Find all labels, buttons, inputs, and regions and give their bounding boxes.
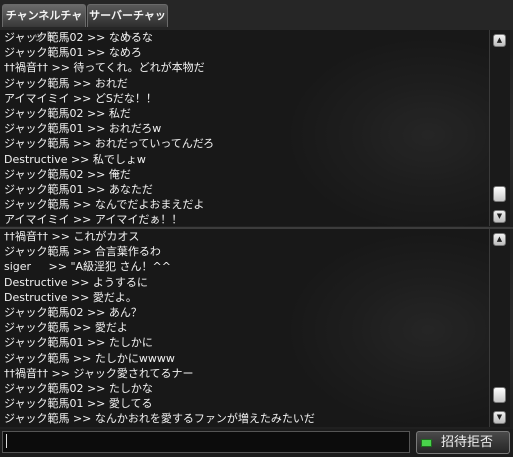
- chat-message: ジャック範馬 >> おれだっていってんだろ: [4, 137, 215, 151]
- chat-message: ジャック範馬 >> たしかにwwww: [4, 351, 175, 365]
- chat-message: Destructive >> 愛だよ。: [4, 290, 137, 304]
- chat-message: Destructive >> ようするに: [4, 275, 148, 289]
- chat-message: ジャック範馬01 >> たしかに: [4, 336, 153, 350]
- chat-message: ジャック範馬 >> 愛だよ: [4, 321, 128, 335]
- tab-server-chat[interactable]: サーバーチャット: [87, 4, 168, 43]
- chat-message: アイマイミイ >> アイマイだぁ！！: [4, 213, 183, 226]
- down-arrow-icon[interactable]: ▼: [493, 210, 506, 223]
- chat-input[interactable]: [2, 431, 410, 453]
- chat-message: ジャック範馬02 >> 俺だ: [4, 167, 131, 181]
- chat-message: siger >> "A級淫犯 さん！^^: [4, 260, 171, 274]
- chat-message: ジャック範馬01 >> 愛してる: [4, 397, 153, 411]
- upper-chat-log: ジャック範馬02 >> なめるな ジャック範馬01 >> なめろ ††禍音†† >>…: [0, 30, 489, 226]
- chat-message: ††禍音†† >> ジャック愛されてるナー: [4, 366, 194, 380]
- lower-chat-scrollbar[interactable]: ▲ ▼: [489, 229, 510, 427]
- chat-message: ジャック範馬01 >> なめろ: [4, 46, 142, 60]
- chat-message: ジャック範馬02 >> あん？: [4, 305, 142, 319]
- upper-scroll-thumb[interactable]: [493, 186, 506, 202]
- chat-message: ジャック範馬 >> なんかおれを愛するファンが増えたみたいだ: [4, 412, 315, 426]
- status-indicator-icon: [421, 439, 432, 447]
- upper-chat-scrollbar[interactable]: ▲ ▼: [489, 30, 510, 226]
- chat-message: ジャック範馬01 >> おれだろw: [4, 122, 162, 136]
- chat-message: ジャック範馬01 >> あなただ: [4, 182, 153, 196]
- chat-message: アイマイミイ >> どSだな！！: [4, 91, 157, 105]
- chat-input-row: 招待拒否: [0, 429, 513, 457]
- chat-message: ジャック範馬 >> 合言葉作るわ: [4, 245, 161, 259]
- text-caret: [6, 434, 7, 448]
- chat-message: ジャック範馬02 >> 私だ: [4, 106, 131, 120]
- chat-message: ††禍音†† >> これがカオス: [4, 230, 140, 243]
- chat-tab-bar: チャンネルチャット サーバーチャット: [0, 0, 513, 43]
- chat-message: ジャック範馬 >> おれだ: [4, 76, 128, 90]
- lower-chat-log: ††禍音†† >> これがカオスジャック範馬 >> 合言葉作るわ siger >>…: [0, 229, 489, 427]
- up-arrow-icon[interactable]: ▲: [493, 34, 506, 47]
- chat-message: ††禍音†† >> 待ってくれ。どれが本物だ: [4, 61, 205, 75]
- lower-scroll-thumb[interactable]: [493, 387, 506, 403]
- chat-message: ジャック範馬02 >> たしかな: [4, 381, 153, 395]
- chat-message: ジャック範馬02 >> なめるな: [4, 31, 153, 44]
- chat-message: ジャック範馬 >> なんでだよおまえだよ: [4, 198, 205, 212]
- down-arrow-icon[interactable]: ▼: [493, 411, 506, 424]
- up-arrow-icon[interactable]: ▲: [493, 233, 506, 246]
- invite-reject-label: 招待拒否: [441, 435, 494, 450]
- chat-message: Destructive >> 私でしょw: [4, 152, 146, 166]
- invite-reject-button[interactable]: 招待拒否: [416, 431, 510, 454]
- tab-channel-chat[interactable]: チャンネルチャット: [2, 4, 86, 43]
